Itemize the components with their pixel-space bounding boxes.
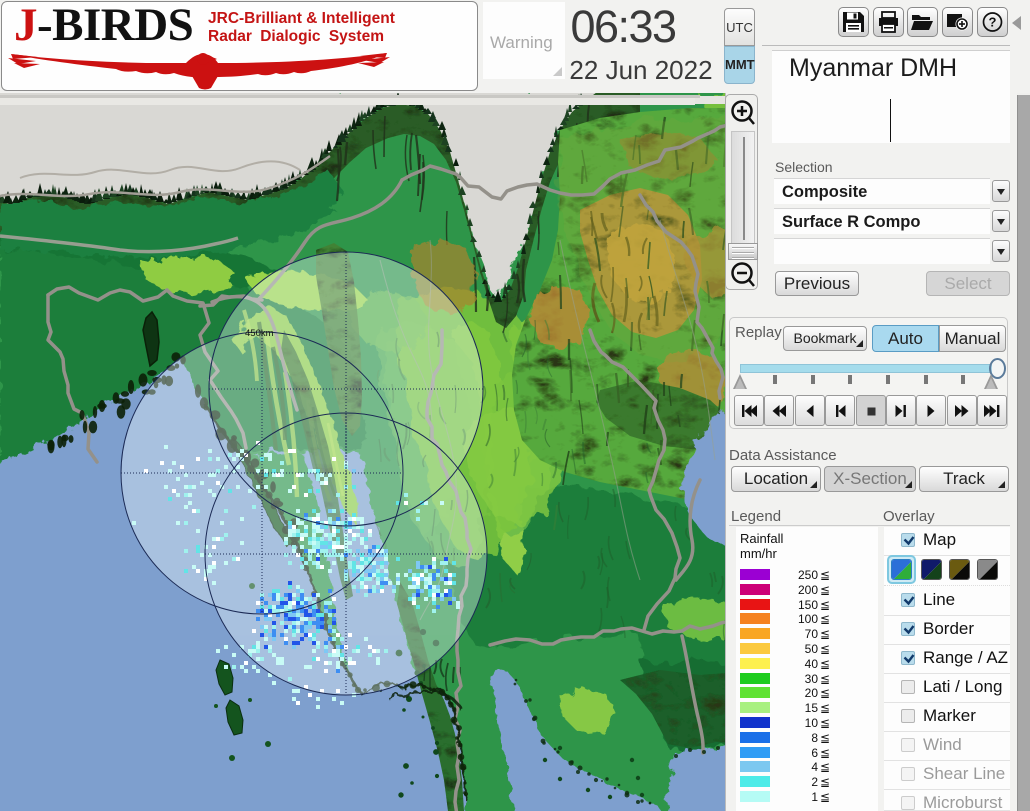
svg-text:450km: 450km — [245, 328, 274, 339]
svg-text:?: ? — [989, 15, 997, 30]
